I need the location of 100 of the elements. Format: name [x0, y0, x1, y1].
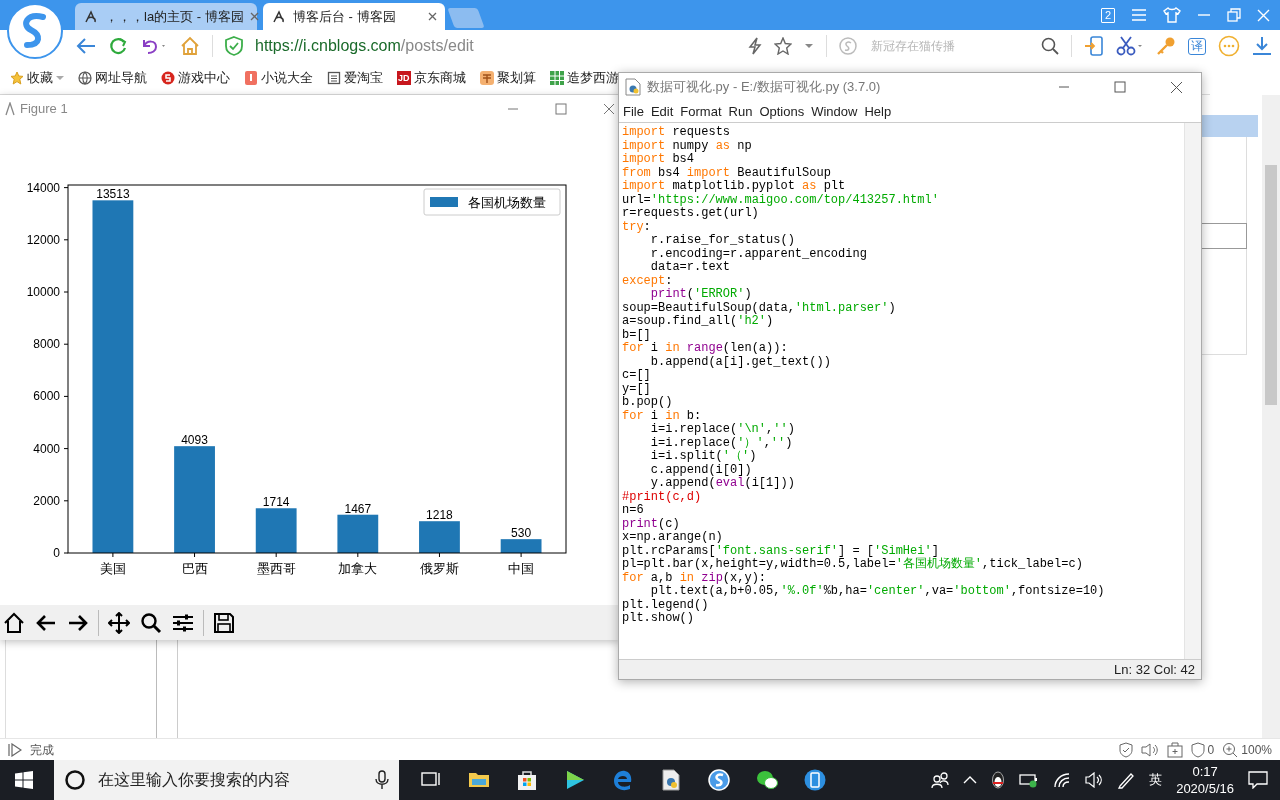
search-icon[interactable] [1041, 37, 1059, 55]
home-icon[interactable] [3, 611, 25, 634]
restore-icon[interactable] [1227, 8, 1241, 22]
scissors-icon[interactable] [1116, 36, 1144, 56]
code-line: import bs4 [622, 153, 696, 167]
code-line: print(c) [622, 517, 681, 531]
sogou-browser-icon[interactable] [708, 769, 730, 791]
bookmark-link[interactable]: 游戏中心 [161, 68, 230, 88]
zoom-control[interactable]: 100% [1222, 740, 1272, 759]
menu-item[interactable]: Options [759, 101, 805, 122]
bookmark-link[interactable]: 收藏 [10, 68, 64, 88]
microphone-icon[interactable] [375, 770, 389, 790]
edge-browser-icon[interactable] [612, 769, 634, 791]
phone-icon[interactable] [1084, 36, 1104, 56]
star-icon[interactable] [774, 37, 792, 55]
store-bag-icon[interactable] [516, 769, 538, 791]
menu-item[interactable]: File [623, 101, 644, 122]
browser-tab[interactable]: 博客后台 - 博客园 [263, 3, 445, 30]
python-file-icon [625, 78, 641, 96]
clock-time[interactable]: 0:17 [1192, 763, 1218, 780]
menu-item[interactable]: Window [811, 101, 858, 122]
tablet-icon[interactable] [804, 769, 826, 791]
code-line: plt.legend() [622, 598, 710, 612]
close-icon[interactable] [428, 12, 437, 21]
clock-date[interactable]: 2020/5/16 [1176, 780, 1234, 797]
wifi-icon[interactable] [1053, 772, 1072, 788]
windows-icon[interactable] [15, 771, 33, 789]
y-tick-label: 8000 [33, 337, 60, 352]
maximize-icon[interactable] [555, 103, 567, 115]
browser-tab[interactable]: ，，，la的主页 - 博客园 [75, 3, 257, 30]
code-line: pl=plt.bar(x,height=y,width=0.5,label='各国机场数量',tick_label=c) [622, 558, 1084, 572]
translate-button[interactable]: 译 [1188, 37, 1206, 55]
bookmark-link[interactable]: 小说大全 [244, 68, 313, 88]
bookmark-link[interactable]: JD 京东商城 [397, 68, 466, 88]
chevron-up-icon[interactable] [963, 775, 978, 785]
maximize-icon[interactable] [1114, 81, 1126, 93]
bar [500, 539, 542, 553]
y-tick-label: 14000 [26, 180, 60, 195]
back-icon[interactable] [76, 37, 96, 55]
address-field[interactable]: https://i.cnblogs.com/posts/edit [255, 34, 474, 58]
bookmark-link[interactable]: 网址导航 [78, 68, 147, 88]
menu-item[interactable]: Format [680, 101, 722, 122]
bookmark-link[interactable]: 造梦西游 [549, 68, 619, 88]
scrollbar[interactable] [1262, 95, 1280, 738]
deal-icon [479, 71, 494, 85]
x-tick-label: 俄罗斯 [419, 561, 459, 576]
code-line: import matplotlib.pyplot as plt [622, 180, 847, 194]
shirt-icon[interactable] [1163, 7, 1181, 23]
menu-item[interactable]: Help [864, 101, 892, 122]
people-icon[interactable] [931, 771, 950, 789]
bar [419, 521, 460, 553]
chat-bubbles-icon[interactable] [756, 769, 778, 791]
speaker-icon[interactable] [1140, 741, 1159, 758]
penguin-icon[interactable] [991, 771, 1006, 789]
caret-icon[interactable] [804, 43, 814, 49]
scrollbar[interactable] [1184, 123, 1201, 659]
download-icon[interactable] [1252, 36, 1272, 56]
book-icon [244, 71, 258, 85]
bookmark-link[interactable]: 聚划算 [479, 68, 536, 88]
code-line: print('ERROR') [649, 288, 753, 302]
code-line: for i in b: [622, 409, 703, 423]
site-icon [83, 8, 99, 25]
lightning-icon[interactable] [748, 37, 762, 55]
toolbox-icon[interactable] [1166, 741, 1183, 758]
taskbar-search-field[interactable]: 在这里输入你要搜索的内容 [96, 767, 365, 793]
menu-item[interactable]: Edit [650, 101, 674, 122]
volume-icon[interactable] [1085, 772, 1104, 788]
move-icon[interactable] [108, 611, 130, 634]
bookmark-link[interactable]: 爱淘宝 [327, 68, 383, 88]
refresh-icon[interactable] [108, 36, 128, 56]
bar [255, 508, 297, 553]
close-icon[interactable] [249, 12, 259, 21]
input-method-indicator[interactable]: 英 [1149, 770, 1163, 790]
search-icon[interactable] [140, 611, 162, 634]
battery-icon[interactable] [1019, 772, 1040, 788]
search-bar[interactable]: 在这里输入你要搜索的内容 [54, 760, 399, 800]
code-line: #print(c,d) [622, 490, 703, 504]
pen-icon[interactable] [1117, 771, 1136, 789]
bar [337, 514, 379, 553]
code-line: x=np.arange(n) [622, 531, 724, 545]
play-icon[interactable] [8, 742, 22, 757]
code-line: for i in range(len(a)): [622, 342, 789, 356]
x-tick-label: 墨西哥 [256, 561, 296, 576]
code-line: for a,b in zip(x,y): [622, 571, 768, 585]
search-field[interactable]: 新冠存在猫传播 [869, 36, 1029, 56]
close-icon[interactable] [1170, 80, 1183, 94]
python-file-icon[interactable] [660, 769, 682, 791]
save-icon[interactable] [213, 611, 235, 634]
ad-block-count[interactable]: 0 [1190, 740, 1215, 759]
code-line: i=i.replace('\n','') [649, 423, 796, 437]
code-line: y.append(eval(i[1])) [649, 477, 796, 491]
video-play-icon[interactable] [564, 769, 586, 791]
code-line: b.append(a[i].get_text()) [649, 355, 832, 369]
close-icon[interactable] [603, 103, 615, 115]
site-icon [271, 8, 287, 25]
code-line: plt.show() [622, 612, 695, 626]
notification-icon[interactable] [1248, 771, 1268, 789]
data-label: 1467 [344, 501, 372, 516]
shield-icon[interactable] [1118, 741, 1133, 758]
menu-item[interactable]: Run [728, 101, 753, 122]
